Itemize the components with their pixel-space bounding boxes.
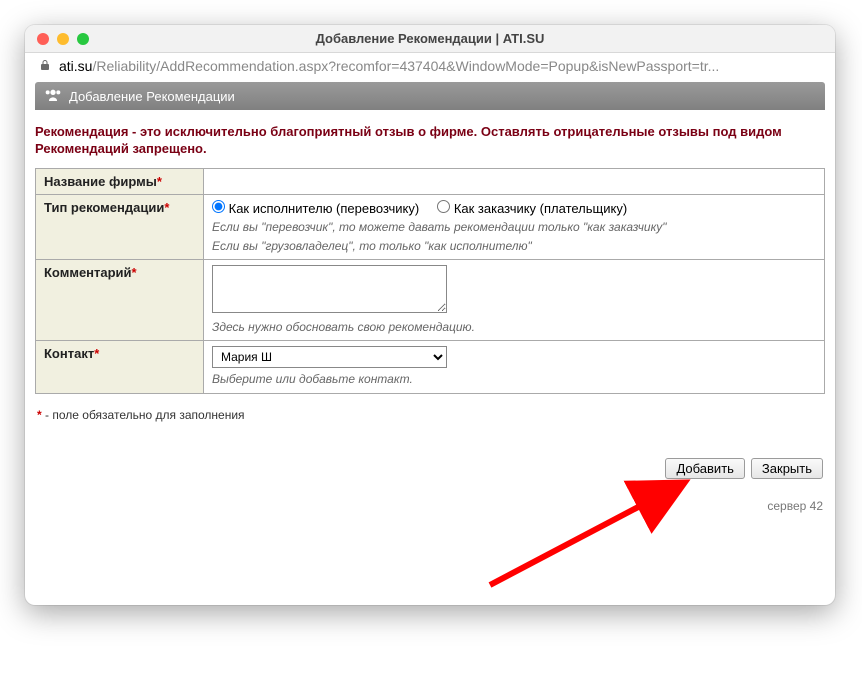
contact-label: Контакт xyxy=(44,346,94,361)
comment-hint: Здесь нужно обосновать свою рекомендацию… xyxy=(212,319,816,335)
company-field xyxy=(204,168,825,194)
comment-label: Комментарий xyxy=(44,265,132,280)
type-radio-customer[interactable] xyxy=(437,200,450,213)
annotation-arrow-icon xyxy=(480,455,710,595)
warning-text: Рекомендация - это исключительно благопр… xyxy=(35,110,825,168)
browser-window: Добавление Рекомендации | ATI.SU ati.su/… xyxy=(25,25,835,605)
required-mark: * xyxy=(164,200,169,215)
type-label: Тип рекомендации xyxy=(44,200,164,215)
page-header-banner: Добавление Рекомендации xyxy=(35,82,825,110)
company-label: Название фирмы xyxy=(44,174,157,189)
people-icon xyxy=(45,87,61,106)
lock-icon xyxy=(39,59,51,74)
required-mark: * xyxy=(94,346,99,361)
url-bar-row: ati.su/Reliability/AddRecommendation.asp… xyxy=(25,53,835,82)
type-radio-customer-label[interactable]: Как заказчику (плательщику) xyxy=(437,200,627,216)
url-path: /Reliability/AddRecommendation.aspx?reco… xyxy=(92,58,719,74)
contact-select[interactable]: Мария Ш xyxy=(212,346,447,368)
close-button[interactable]: Закрыть xyxy=(751,458,823,479)
type-option-executor-text: Как исполнителю (перевозчику) xyxy=(229,201,420,216)
row-company: Название фирмы* xyxy=(36,168,825,194)
page-content: Добавление Рекомендации Рекомендация - э… xyxy=(25,82,835,605)
row-contact: Контакт* Мария Ш Выберите или добавьте к… xyxy=(36,341,825,393)
required-footnote: * - поле обязательно для заполнения xyxy=(35,394,825,422)
url-host: ati.su xyxy=(59,58,92,74)
type-hint-1: Если вы "перевозчик", то можете давать р… xyxy=(212,219,816,235)
recommendation-form: Название фирмы* Тип рекомендации* Как ис… xyxy=(35,168,825,394)
type-option-customer-text: Как заказчику (плательщику) xyxy=(454,201,627,216)
comment-input[interactable] xyxy=(212,265,447,313)
page-header-title: Добавление Рекомендации xyxy=(69,89,235,104)
row-comment: Комментарий* Здесь нужно обосновать свою… xyxy=(36,260,825,341)
required-mark: * xyxy=(157,174,162,189)
contact-hint: Выберите или добавьте контакт. xyxy=(212,371,816,387)
url-bar[interactable]: ati.su/Reliability/AddRecommendation.asp… xyxy=(59,58,821,74)
row-type: Тип рекомендации* Как исполнителю (перев… xyxy=(36,194,825,259)
window-titlebar: Добавление Рекомендации | ATI.SU xyxy=(25,25,835,53)
footnote-text: - поле обязательно для заполнения xyxy=(45,408,245,422)
type-hint-2: Если вы "грузовладелец", то только "как … xyxy=(212,238,816,254)
type-radio-executor-label[interactable]: Как исполнителю (перевозчику) xyxy=(212,200,419,216)
required-mark: * xyxy=(132,265,137,280)
type-radio-executor[interactable] xyxy=(212,200,225,213)
window-title: Добавление Рекомендации | ATI.SU xyxy=(25,31,835,46)
